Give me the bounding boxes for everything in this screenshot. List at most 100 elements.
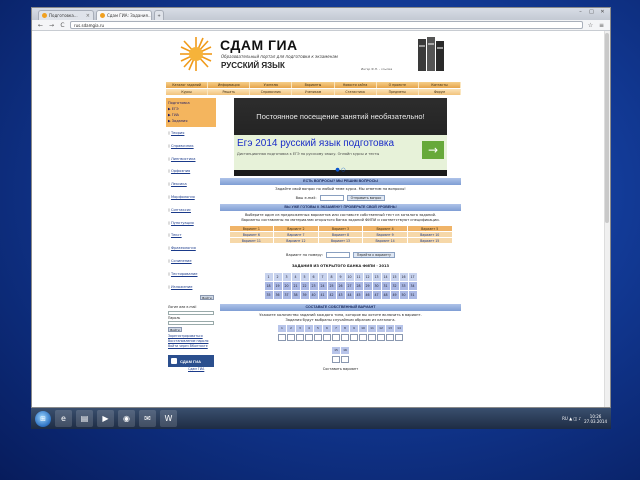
tray-icons[interactable]: RU ▲ ◫ ♪	[562, 416, 581, 421]
task-number-link[interactable]: 19	[272, 281, 283, 291]
nav-item[interactable]: Форум	[419, 89, 461, 95]
task-number-link[interactable]: 47	[371, 290, 382, 300]
ad-pager-dots[interactable]: ● ○	[234, 167, 447, 173]
nav-item[interactable]: Контакты	[419, 82, 461, 88]
submit-login-button[interactable]: Войти	[168, 327, 182, 333]
task-number-link[interactable]: 25	[326, 281, 337, 291]
task-number-link[interactable]: 17	[407, 272, 418, 282]
nav-item[interactable]: Информация	[208, 82, 251, 88]
nav-item[interactable]: Новости сайта	[335, 82, 377, 88]
task-count-input[interactable]	[341, 356, 349, 363]
nav-item[interactable]: О проекте	[377, 82, 419, 88]
ad-headline[interactable]: Егэ 2014 русский язык подготовка	[237, 138, 394, 149]
task-number-link[interactable]: 12	[362, 272, 373, 282]
header-small-text[interactable]: Ингэр Ф.Н. - ссылка	[361, 67, 392, 71]
task-count-input[interactable]	[350, 334, 358, 341]
sdam-badge[interactable]: СДАМ ГИА	[168, 355, 214, 368]
go-variant-button[interactable]: Перейти к варианту	[352, 252, 395, 258]
variant-link[interactable]: Вариант 13	[317, 237, 364, 244]
task-number-link[interactable]: 28	[353, 281, 364, 291]
sidebar-link[interactable]: Сочинение	[166, 255, 216, 268]
ie-icon[interactable]: e	[55, 410, 72, 427]
nav-item[interactable]: Курсы	[166, 89, 209, 95]
task-number-link[interactable]: 35	[263, 290, 274, 300]
task-count-input[interactable]	[323, 334, 331, 341]
nav-item[interactable]: Статистика	[335, 89, 377, 95]
badge-sub-label[interactable]: Сдам ГИА	[186, 367, 216, 372]
task-number-link[interactable]: 34	[407, 281, 418, 291]
task-number-link[interactable]: 18	[263, 281, 274, 291]
task-number-link[interactable]: 4	[290, 272, 301, 282]
task-number-link[interactable]: 5	[299, 272, 310, 282]
nav-item[interactable]: Ученикам	[292, 89, 335, 95]
task-number-link[interactable]: 39	[299, 290, 310, 300]
task-number-link[interactable]: 6	[308, 272, 319, 282]
task-number-link[interactable]: 36	[272, 290, 283, 300]
task-number-link[interactable]: 22	[299, 281, 310, 291]
task-count-input[interactable]	[395, 334, 403, 341]
task-number-link[interactable]: 23	[308, 281, 319, 291]
task-number-link[interactable]: 2	[272, 272, 283, 282]
task-number-link[interactable]: 32	[389, 281, 400, 291]
site-brand[interactable]: СДАМ ГИА	[220, 37, 298, 53]
task-count-input[interactable]	[386, 334, 394, 341]
task-number-link[interactable]: 29	[362, 281, 373, 291]
task-count-input[interactable]	[278, 334, 286, 341]
task-number-link[interactable]: 45	[353, 290, 364, 300]
nav-item[interactable]: Каталог заданий	[166, 82, 209, 88]
task-number-link[interactable]: 41	[317, 290, 328, 300]
task-number-link[interactable]: 42	[326, 290, 337, 300]
task-number-link[interactable]: 13	[371, 272, 382, 282]
task-number-link[interactable]: 15	[389, 272, 400, 282]
variant-link[interactable]: Вариант 11	[228, 237, 275, 244]
nav-item[interactable]: Варианты	[292, 82, 335, 88]
mail-icon[interactable]: ✉	[139, 410, 156, 427]
variant-link[interactable]: Вариант 14	[362, 237, 408, 244]
tab-close-icon[interactable]: ×	[86, 13, 90, 19]
vk-login-link[interactable]: Войти через ВКонтакте	[166, 344, 216, 349]
task-number-link[interactable]: 20	[281, 281, 292, 291]
variant-link[interactable]: Вариант 15	[406, 237, 453, 244]
sidebar-link[interactable]: Тестирование	[166, 268, 216, 281]
login-input[interactable]	[168, 310, 214, 315]
task-number-link[interactable]: 51	[407, 290, 418, 300]
maximize-button[interactable]: □	[587, 9, 596, 15]
task-count-input[interactable]	[305, 334, 313, 341]
task-count-input[interactable]	[332, 356, 340, 363]
compose-variant-link[interactable]: Составить вариант	[220, 367, 461, 371]
task-number-link[interactable]: 31	[380, 281, 391, 291]
sidebar-link[interactable]: Текст	[166, 229, 216, 242]
tab-1[interactable]: Подготовка... ×	[38, 10, 94, 20]
task-number-link[interactable]: 21	[290, 281, 301, 291]
page-scrollbar[interactable]	[604, 31, 610, 407]
explorer-icon[interactable]: ▤	[76, 410, 93, 427]
sidebar-link[interactable]: Справочник	[166, 140, 216, 153]
media-player-icon[interactable]: ▶	[97, 410, 114, 427]
chrome-icon[interactable]: ◉	[118, 410, 135, 427]
task-count-input[interactable]	[377, 334, 385, 341]
task-count-input[interactable]	[296, 334, 304, 341]
nav-item[interactable]: Предметы	[377, 89, 419, 95]
sidebar-login-button[interactable]: Войти	[200, 295, 214, 301]
task-number-link[interactable]: 1	[263, 272, 274, 282]
email-input[interactable]	[319, 195, 344, 201]
address-bar[interactable]: rus.sdamgia.ru	[70, 21, 583, 29]
ad-banner[interactable]: Постоянное посещение занятий необязатель…	[234, 98, 447, 176]
sun-logo-icon[interactable]	[178, 35, 214, 73]
task-number-link[interactable]: 24	[317, 281, 328, 291]
reload-button[interactable]: C	[59, 22, 66, 29]
task-count-input[interactable]	[368, 334, 376, 341]
send-question-button[interactable]: Отправить вопрос	[346, 195, 386, 201]
task-count-input[interactable]	[287, 334, 295, 341]
task-number-link[interactable]: 44	[344, 290, 355, 300]
task-number-link[interactable]: 26	[335, 281, 346, 291]
ad-arrow-icon[interactable]: →	[422, 141, 444, 159]
task-number-link[interactable]: 43	[335, 290, 346, 300]
task-number-link[interactable]: 38	[290, 290, 301, 300]
sidebar-link[interactable]: Изложение	[166, 281, 216, 294]
sidebar-link[interactable]: Орфоэпия	[166, 165, 216, 178]
scrollbar-thumb[interactable]	[605, 33, 609, 223]
sidebar-link[interactable]: Теория	[166, 127, 216, 140]
task-number-link[interactable]: 14	[380, 272, 391, 282]
variant-number-input[interactable]	[325, 252, 350, 258]
